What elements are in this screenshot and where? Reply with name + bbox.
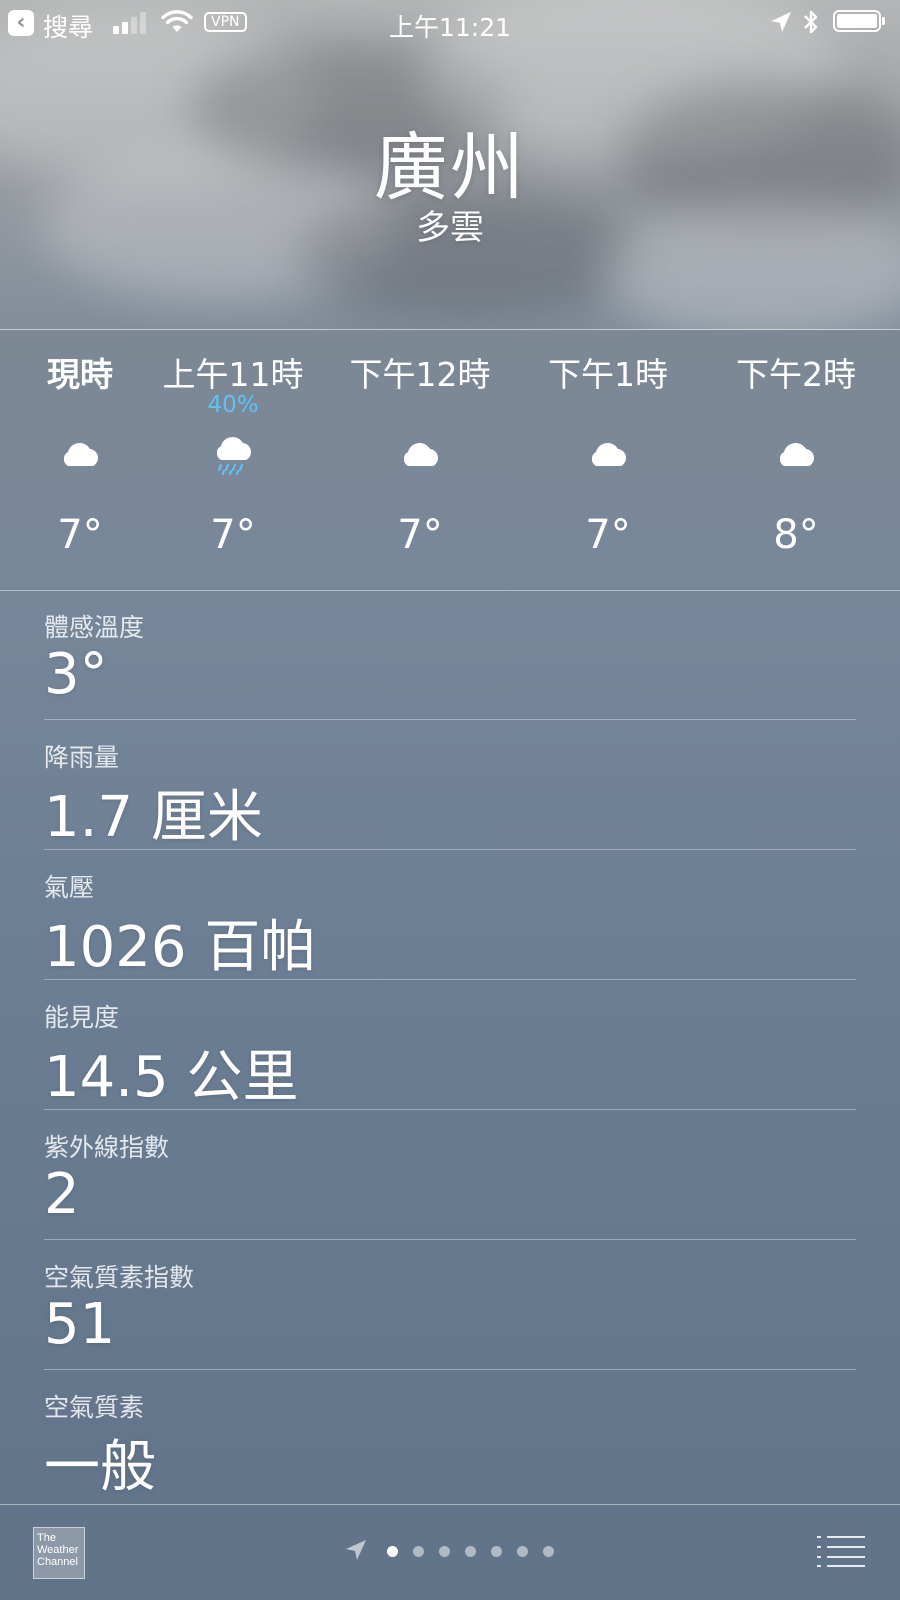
hourly-forecast[interactable]: 現時 7° 上午11時 40% 7° 下午12時 7° 下午1時 7° 下午2時… [0, 330, 900, 590]
cloud-icon [779, 443, 814, 466]
detail-label: 體感溫度 [44, 613, 145, 642]
battery-icon [833, 10, 885, 32]
hour-temperature: 7° [210, 512, 256, 558]
location-arrow-icon [771, 12, 791, 32]
page-dot[interactable] [413, 1546, 424, 1557]
bottom-toolbar: The Weather Channel [0, 1504, 900, 1600]
detail-value: 1.7 厘米 [44, 785, 263, 850]
hour-temperature: 7° [397, 512, 443, 558]
detail-value: 一般 [44, 1435, 156, 1500]
page-dot[interactable] [517, 1546, 528, 1557]
logo-text: The [37, 1532, 56, 1544]
city-name: 廣州 [374, 125, 526, 211]
page-dot[interactable] [465, 1546, 476, 1557]
detail-label: 空氣質素 [44, 1393, 145, 1422]
clock: 上午11:21 [388, 13, 512, 42]
cloud-icon [403, 443, 438, 466]
bluetooth-icon [804, 10, 818, 34]
weather-channel-logo[interactable]: The Weather Channel [33, 1527, 85, 1579]
detail-feels-like: 體感溫度 3° [44, 590, 856, 720]
page-dot[interactable] [387, 1546, 398, 1557]
status-bar: ‹ 搜尋 VPN 上午11:21 [0, 0, 900, 46]
detail-label: 空氣質素指數 [44, 1263, 195, 1292]
detail-label: 降雨量 [44, 743, 120, 772]
detail-value: 14.5 公里 [44, 1045, 299, 1110]
logo-text: Weather [37, 1544, 79, 1556]
detail-uv-index: 紫外線指數 2 [44, 1110, 856, 1240]
cloud-rain-icon [216, 437, 251, 476]
detail-value: 2 [44, 1162, 80, 1227]
detail-precipitation: 降雨量 1.7 厘米 [44, 720, 856, 850]
hour-time: 下午1時 [548, 355, 668, 394]
weather-details[interactable]: 體感溫度 3° 降雨量 1.7 厘米 氣壓 1026 百帕 能見度 14.5 公… [44, 590, 856, 1500]
logo-text: Channel [37, 1556, 78, 1568]
detail-pressure: 氣壓 1026 百帕 [44, 850, 856, 980]
hour-time: 上午11時 [162, 355, 304, 394]
hour-time: 下午2時 [736, 355, 856, 394]
hour-time: 下午12時 [349, 355, 491, 394]
hour-temperature: 7° [585, 512, 631, 558]
page-dot[interactable] [491, 1546, 502, 1557]
detail-aqi: 空氣質素指數 51 [44, 1240, 856, 1370]
page-dot[interactable] [439, 1546, 450, 1557]
detail-visibility: 能見度 14.5 公里 [44, 980, 856, 1110]
detail-value: 1026 百帕 [44, 915, 317, 980]
hour-temperature: 8° [773, 512, 819, 558]
detail-air-quality: 空氣質素 一般 [44, 1370, 856, 1500]
detail-label: 紫外線指數 [44, 1133, 170, 1162]
detail-value: 51 [44, 1292, 116, 1357]
cloud-icon [591, 443, 626, 466]
current-location-icon[interactable] [344, 1538, 368, 1562]
weather-condition: 多雲 [416, 208, 484, 248]
city-list-icon[interactable] [817, 1534, 867, 1568]
precip-chance: 40% [207, 392, 259, 418]
detail-label: 氣壓 [44, 873, 95, 902]
detail-label: 能見度 [44, 1003, 120, 1032]
detail-value: 3° [44, 642, 108, 707]
page-dot[interactable] [543, 1546, 554, 1557]
cloud-icon [63, 443, 98, 466]
